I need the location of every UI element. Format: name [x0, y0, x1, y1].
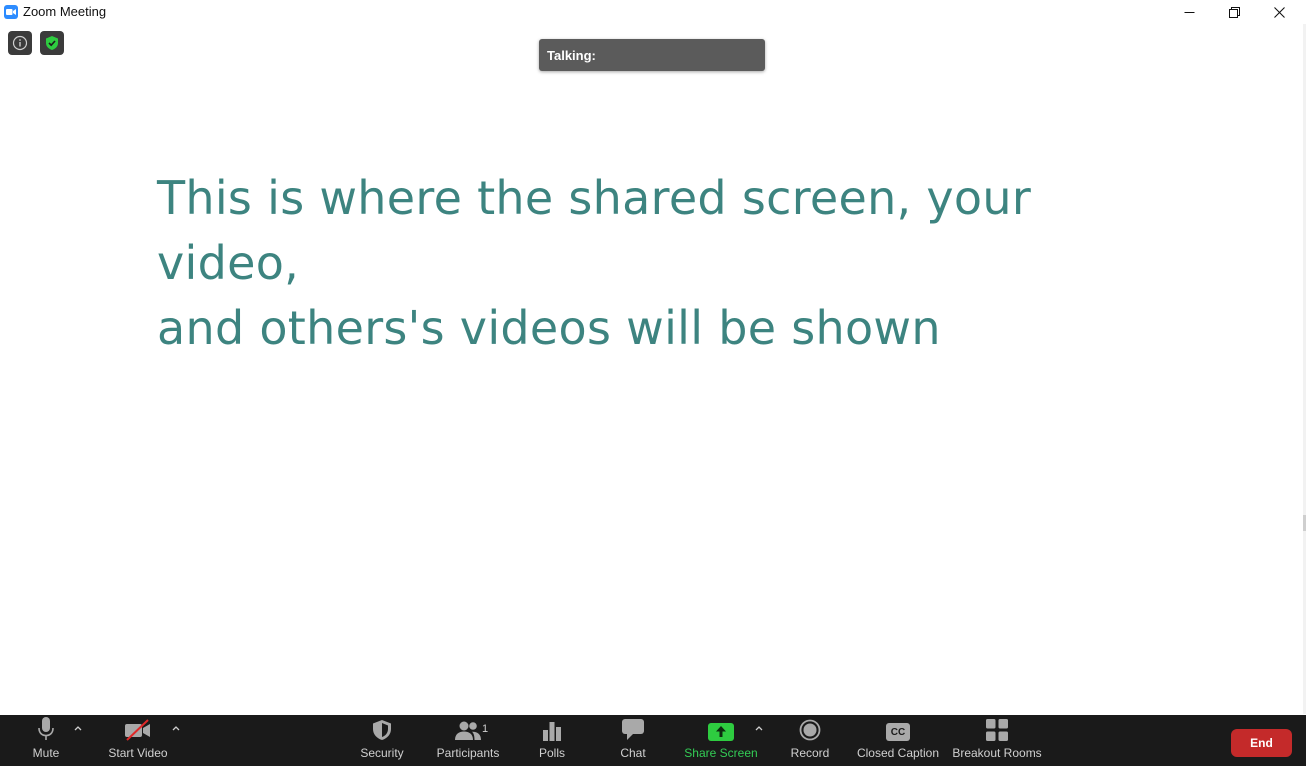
- share-arrow-icon: [708, 723, 734, 741]
- participants-button[interactable]: Participants: [433, 715, 503, 766]
- polls-button[interactable]: Polls: [532, 715, 572, 766]
- microphone-icon: [38, 717, 54, 740]
- chat-bubble-icon: [622, 719, 644, 740]
- meeting-info-button[interactable]: [8, 31, 32, 55]
- end-meeting-button[interactable]: End: [1231, 729, 1292, 757]
- restore-icon: [1228, 6, 1240, 18]
- window-title: Zoom Meeting: [23, 4, 107, 19]
- start-video-label: Start Video: [108, 746, 168, 760]
- participants-count: 1: [482, 723, 489, 735]
- share-options-caret[interactable]: [752, 721, 766, 735]
- cc-icon-text: CC: [890, 726, 906, 738]
- minimize-icon: [1184, 11, 1194, 13]
- breakout-rooms-label: Breakout Rooms: [952, 746, 1042, 760]
- mute-button[interactable]: Mute: [22, 715, 70, 766]
- security-button[interactable]: Security: [352, 715, 412, 766]
- chevron-up-icon: [755, 726, 763, 731]
- chevron-up-icon: [172, 726, 180, 731]
- chat-button[interactable]: Chat: [613, 715, 653, 766]
- close-button[interactable]: [1256, 0, 1302, 24]
- talking-indicator: Talking:: [539, 39, 765, 71]
- closed-caption-label: Closed Caption: [856, 746, 940, 760]
- video-options-caret[interactable]: [169, 721, 183, 735]
- shield-check-icon: [46, 36, 58, 50]
- record-icon: [799, 719, 821, 741]
- info-icon: [12, 35, 28, 51]
- minimize-button[interactable]: [1166, 0, 1212, 24]
- placeholder-line-1: This is where the shared screen, your vi…: [157, 171, 1032, 290]
- audio-options-caret[interactable]: [71, 721, 85, 735]
- shield-icon: [373, 720, 391, 740]
- cc-icon: CC: [886, 723, 910, 741]
- record-button[interactable]: Record: [785, 715, 835, 766]
- chevron-up-icon: [74, 726, 82, 731]
- video-area-placeholder: This is where the shared screen, your vi…: [157, 166, 1157, 361]
- closed-caption-button[interactable]: CC Closed Caption: [856, 715, 940, 766]
- title-bar: Zoom Meeting: [0, 0, 1306, 24]
- start-video-button[interactable]: Start Video: [103, 715, 173, 766]
- meeting-toolbar: Mute Start Video Security Participants 1…: [0, 715, 1306, 766]
- chat-label: Chat: [620, 746, 646, 760]
- grid-icon: [986, 719, 1008, 741]
- share-screen-button[interactable]: Share Screen: [684, 715, 758, 766]
- close-icon: [1273, 6, 1285, 18]
- share-screen-label: Share Screen: [684, 746, 758, 760]
- zoom-camera-icon: [4, 5, 18, 19]
- encryption-badge-button[interactable]: [40, 31, 64, 55]
- mute-label: Mute: [32, 746, 60, 760]
- restore-button[interactable]: [1211, 0, 1257, 24]
- people-icon: [455, 721, 481, 740]
- record-label: Record: [790, 746, 830, 760]
- talking-label: Talking:: [547, 47, 596, 63]
- video-off-icon: [125, 719, 150, 741]
- breakout-rooms-button[interactable]: Breakout Rooms: [950, 715, 1044, 766]
- bar-chart-icon: [543, 722, 561, 741]
- polls-label: Polls: [538, 746, 565, 760]
- security-label: Security: [360, 746, 404, 760]
- placeholder-line-2: and others's videos will be shown: [157, 301, 941, 355]
- participants-label: Participants: [436, 746, 500, 760]
